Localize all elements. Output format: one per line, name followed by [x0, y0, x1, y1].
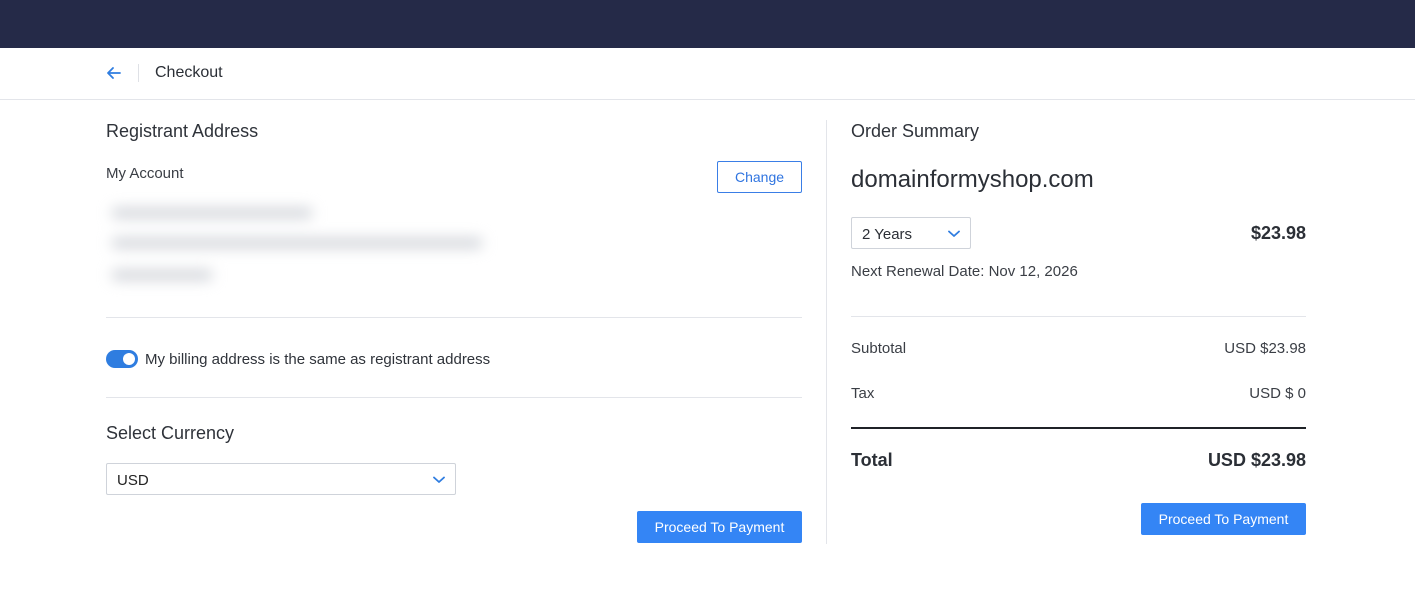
currency-value: USD — [117, 472, 149, 489]
account-label: My Account — [106, 165, 184, 182]
order-summary-heading: Order Summary — [851, 121, 980, 141]
domain-price: $23.98 — [1250, 223, 1306, 243]
total-divider — [851, 427, 1306, 429]
order-summary: Order Summary domainformyshop.com 2 Year… — [851, 100, 1306, 550]
chevron-down-icon — [948, 230, 960, 237]
section-divider — [106, 317, 802, 318]
renewal-date: Next Renewal Date: Nov 12, 2026 — [851, 263, 1078, 280]
summary-proceed-to-payment-button[interactable]: Proceed To Payment — [1141, 503, 1306, 535]
tax-label: Tax — [851, 385, 875, 402]
tax-value: USD $ 0 — [1249, 385, 1306, 402]
checkout-form: Registrant Address My Account Change My … — [106, 100, 802, 550]
billing-same-label: My billing address is the same as regist… — [145, 351, 491, 368]
subtotal-label: Subtotal — [851, 340, 907, 357]
arrow-left-icon — [107, 67, 121, 79]
subtotal-value: USD $23.98 — [1224, 340, 1306, 357]
total-label: Total — [851, 450, 893, 470]
domain-name: domainformyshop.com — [851, 166, 1094, 193]
proceed-to-payment-button[interactable]: Proceed To Payment — [637, 511, 802, 543]
section-divider — [106, 397, 802, 398]
registrant-address-heading: Registrant Address — [106, 121, 259, 141]
page-header: Checkout — [0, 48, 1415, 100]
currency-select[interactable]: USD — [106, 463, 456, 495]
page-title: Checkout — [155, 64, 223, 81]
chevron-down-icon — [433, 476, 445, 483]
column-divider — [826, 120, 827, 544]
select-currency-heading: Select Currency — [106, 423, 235, 443]
term-value: 2 Years — [862, 226, 913, 243]
top-bar — [0, 0, 1415, 48]
back-button[interactable] — [103, 62, 125, 84]
total-value: USD $23.98 — [1207, 450, 1306, 470]
registrant-address-blurred — [102, 194, 502, 294]
term-select[interactable]: 2 Years — [851, 217, 971, 249]
toggle-knob — [123, 353, 135, 365]
billing-same-toggle[interactable] — [106, 350, 138, 368]
change-address-button[interactable]: Change — [717, 161, 802, 193]
summary-divider — [851, 316, 1306, 317]
header-divider — [138, 64, 139, 82]
